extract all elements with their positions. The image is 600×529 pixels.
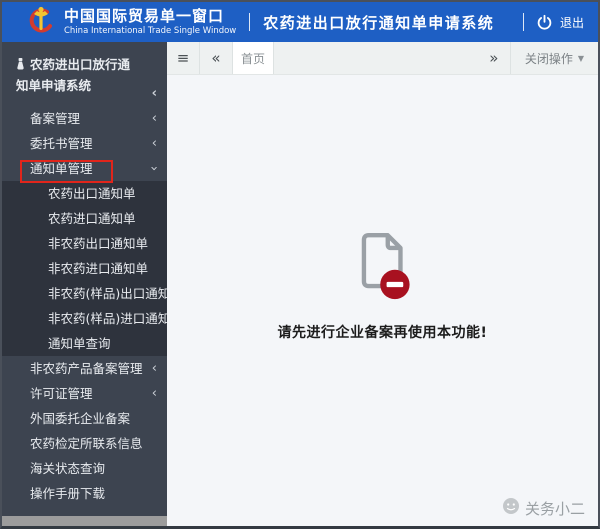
sidebar-item-label: 通知单管理 (30, 161, 93, 176)
sidebar-item-label: 通知单查询 (48, 336, 111, 351)
watermark-label: 关务小二 (524, 499, 585, 518)
sidebar-item-xukezheng[interactable]: 许可证管理 (2, 381, 167, 406)
brand-subtitle: China International Trade Single Window (64, 25, 237, 36)
close-operations-label: 关闭操作 (524, 51, 573, 66)
sidebar-item-label: 非农药产品备案管理 (30, 361, 143, 376)
chevron-down-icon (152, 156, 157, 181)
sidebar-item-foreign-entrust[interactable]: 外国委托企业备案 (2, 406, 167, 431)
sidebar-item-label: 操作手册下载 (30, 486, 106, 501)
close-operations-dropdown[interactable]: 关闭操作 ▼ (511, 42, 598, 74)
empty-state-message: 请先进行企业备案再使用本功能! (277, 325, 488, 341)
tabbar-spacer (274, 42, 478, 74)
chevron-left-icon (152, 81, 157, 106)
sidebar-subitem-sample-import[interactable]: 非农药(样品)进口通知单 (2, 306, 183, 331)
sidebar-subitem-tongzhidan-query[interactable]: 通知单查询 (2, 331, 167, 356)
sidebar-subitem-sample-export[interactable]: 非农药(样品)出口通知单 (2, 281, 183, 306)
sidebar-item-jiandingsuo-contact[interactable]: 农药检定所联系信息 (2, 431, 167, 456)
sidebar-item-label: 农药检定所联系信息 (30, 436, 143, 451)
sidebar-item-feinongyao-beian[interactable]: 非农药产品备案管理 (2, 356, 167, 381)
app-window: 中国国际贸易单一窗口 China International Trade Sin… (0, 0, 600, 529)
brand-title: 中国国际贸易单一窗口 (64, 7, 225, 26)
scroll-tabs-left-icon[interactable]: « (200, 42, 232, 74)
sidebar-item-weituoshu[interactable]: 委托书管理 (2, 131, 167, 156)
chevron-left-icon (152, 106, 157, 131)
chevron-left-icon (152, 356, 157, 381)
watermark-logo-icon (502, 497, 520, 519)
sidebar-item-customs-status[interactable]: 海关状态查询 (2, 456, 167, 481)
sidebar-item-label: 非农药进口通知单 (48, 261, 149, 276)
sidebar-item-label: 农药进口通知单 (48, 211, 136, 226)
sidebar-item-label: 备案管理 (30, 111, 81, 126)
sidebar-item-label: 委托书管理 (30, 136, 93, 151)
sidebar-item-label: 外国委托企业备案 (30, 411, 131, 426)
chevron-left-icon (152, 131, 157, 156)
brand-block: 中国国际贸易单一窗口 China International Trade Sin… (64, 8, 236, 36)
header-divider (522, 13, 524, 31)
sidebar: 农药进出口放行通知单申请系统 备案管理 委托书管理 通知单管理 农药出口通知单 … (2, 42, 183, 516)
chevron-left-icon (152, 381, 157, 406)
sidebar-item-label: 非农药(样品)进口通知单 (48, 311, 183, 326)
sidebar-subitem-feinongyao-import[interactable]: 非农药进口通知单 (2, 256, 167, 281)
tab-home[interactable]: 首页 (232, 42, 274, 74)
system-title: 农药进出口放行通知单申请系统 (263, 13, 495, 32)
sidebar-item-label: 非农药出口通知单 (48, 236, 149, 251)
document-blocked-icon (167, 232, 598, 306)
sidebar-subitem-feinongyao-export[interactable]: 非农药出口通知单 (2, 231, 167, 256)
sidebar-subitem-nongyao-export[interactable]: 农药出口通知单 (2, 181, 167, 206)
flask-icon (16, 57, 25, 76)
sidebar-item-beian[interactable]: 备案管理 (2, 106, 167, 131)
caret-down-icon: ▼ (577, 53, 584, 63)
watermark: 关务小二 (502, 497, 585, 519)
sidebar-app-title[interactable]: 农药进出口放行通知单申请系统 (2, 50, 167, 106)
logout-button[interactable]: 退出 (560, 14, 584, 31)
header-right: 退出 (511, 13, 584, 31)
sidebar-subitem-nongyao-import[interactable]: 农药进口通知单 (2, 206, 167, 231)
single-window-logo-icon (26, 5, 56, 39)
power-icon[interactable] (536, 14, 553, 31)
tab-bar: ≡ « 首页 » 关闭操作 ▼ (167, 42, 598, 75)
sidebar-item-label: 农药出口通知单 (48, 186, 136, 201)
header-divider (249, 13, 251, 31)
sidebar-item-tongzhidan[interactable]: 通知单管理 (2, 156, 167, 181)
scroll-tabs-right-icon[interactable]: » (478, 42, 510, 74)
sidebar-item-label: 非农药(样品)出口通知单 (48, 286, 183, 301)
hamburger-menu-icon[interactable]: ≡ (167, 42, 199, 74)
sidebar-item-manual-download[interactable]: 操作手册下载 (2, 481, 167, 506)
top-header: 中国国际贸易单一窗口 China International Trade Sin… (2, 2, 598, 42)
sidebar-item-label: 许可证管理 (30, 386, 93, 401)
main-content: 请先进行企业备案再使用本功能! 关务小二 (167, 76, 598, 526)
sidebar-app-title-label: 农药进出口放行通知单申请系统 (16, 57, 131, 93)
sidebar-item-label: 海关状态查询 (30, 461, 106, 476)
sidebar-horizontal-scrollbar[interactable] (2, 516, 171, 526)
